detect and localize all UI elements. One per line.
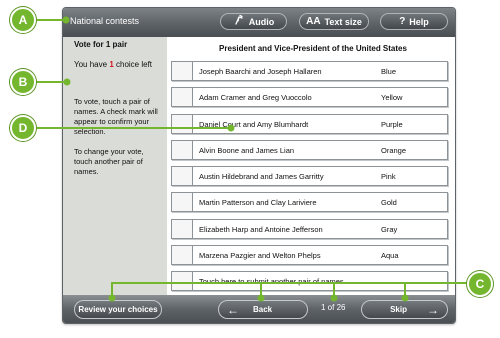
callout-c-line xyxy=(111,282,469,298)
callout-c-dot-page xyxy=(330,294,338,302)
callout-badge-a: A xyxy=(10,7,36,33)
callout-lines xyxy=(34,16,469,302)
callout-badge-c: C xyxy=(467,271,493,297)
callout-a-dot xyxy=(62,16,70,24)
callout-badge-b: B xyxy=(10,69,36,95)
callout-c-dot-back xyxy=(257,294,265,302)
callout-d-dot xyxy=(227,124,235,132)
callout-badge-d: D xyxy=(10,115,36,141)
callout-b-dot xyxy=(63,78,71,86)
callout-c-dot-review xyxy=(108,294,116,302)
callout-c-dot-skip xyxy=(401,294,409,302)
